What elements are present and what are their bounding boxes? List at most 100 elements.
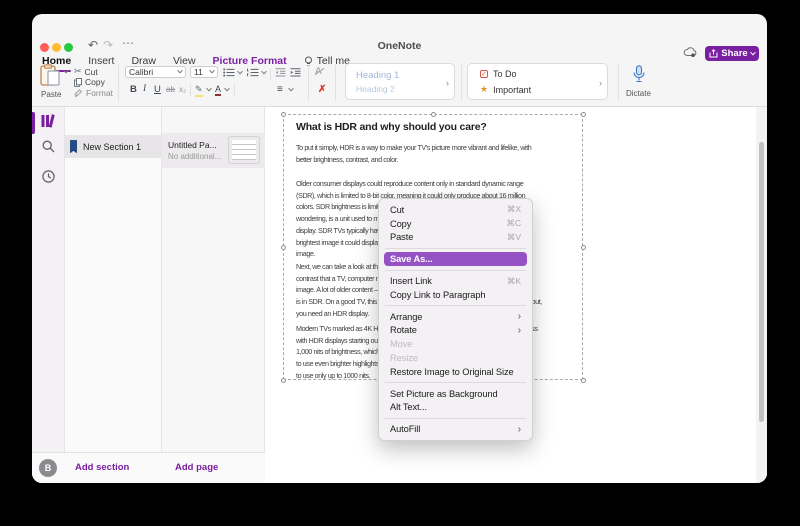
copy-icon — [74, 78, 82, 87]
window-title: OneNote — [32, 40, 767, 52]
menu-item-rotate[interactable]: Rotate › — [379, 324, 532, 338]
tags-more-arrow-icon[interactable]: › — [599, 78, 602, 88]
section-item[interactable]: New Section 1 — [65, 135, 162, 158]
account-avatar[interactable]: B — [39, 459, 57, 477]
resize-handle-top-left[interactable] — [281, 112, 286, 117]
menu-item-arrange[interactable]: Arrange › — [379, 310, 532, 324]
navigation-strip — [32, 107, 65, 483]
menu-item-restore-image[interactable]: Restore Image to Original Size — [379, 365, 532, 379]
section-icon — [70, 140, 77, 153]
cut-button[interactable]: ✂ Cut — [74, 66, 98, 77]
styles-more-arrow-icon[interactable]: › — [446, 78, 449, 88]
dictate-button[interactable] — [632, 65, 646, 83]
highlighter-icon[interactable]: ✎ — [195, 84, 203, 97]
onenote-window: ↶ ↷ ⋯ OneNote Home Insert Draw View Pict… — [32, 14, 767, 483]
tag-todo[interactable]: ✓ To Do — [480, 69, 517, 79]
ribbon: Paste ✂ Cut Copy Format Calibri 11 — [32, 62, 767, 107]
add-page-button[interactable]: Add page — [175, 462, 218, 473]
menu-item-move: Move — [379, 337, 532, 351]
highlighter-chevron-icon[interactable] — [206, 86, 212, 92]
share-dropdown-chevron-icon — [750, 49, 756, 55]
menu-item-paste[interactable]: Paste ⌘V — [379, 231, 532, 245]
resize-handle-bottom-right[interactable] — [581, 378, 586, 383]
context-menu: Cut ⌘X Copy ⌘C Paste ⌘V Save As... Inser… — [378, 198, 533, 441]
resize-handle-top-right[interactable] — [581, 112, 586, 117]
page-item[interactable]: Untitled Pa... No additional... — [162, 133, 265, 168]
resize-handle-middle-right[interactable] — [581, 245, 586, 250]
menu-item-copy-link-to-paragraph[interactable]: Copy Link to Paragraph — [379, 288, 532, 302]
menu-item-cut[interactable]: Cut ⌘X — [379, 203, 532, 217]
paragraph-1: To put it simply, HDR is a way to make y… — [296, 142, 574, 165]
scrollbar-gutter — [756, 107, 767, 483]
style-heading1[interactable]: Heading 1 — [356, 70, 399, 81]
menu-item-set-picture-as-background[interactable]: Set Picture as Background — [379, 387, 532, 401]
bullet-list-button[interactable] — [223, 68, 235, 77]
tags-gallery[interactable]: ✓ To Do ★ Important › — [467, 63, 608, 100]
todo-checkbox-icon: ✓ — [480, 70, 488, 78]
recent-notes-icon[interactable] — [42, 170, 55, 183]
font-name-select[interactable]: Calibri — [125, 66, 186, 78]
menu-separator — [385, 382, 526, 383]
menu-item-insert-link[interactable]: Insert Link ⌘K — [379, 274, 532, 288]
scissors-icon: ✂ — [74, 66, 82, 77]
alignment-chevron-icon[interactable] — [288, 86, 294, 92]
note-heading: What is HDR and why should you care? — [296, 121, 487, 133]
page-item-subtitle: No additional... — [168, 152, 221, 161]
sidebar-bottom-bar: B Add section Add page — [32, 452, 265, 483]
menu-item-copy[interactable]: Copy ⌘C — [379, 217, 532, 231]
resize-handle-bottom-left[interactable] — [281, 378, 286, 383]
tag-important[interactable]: ★ Important — [480, 84, 531, 95]
share-icon — [709, 49, 718, 58]
add-section-button[interactable]: Add section — [75, 462, 129, 473]
font-color-button[interactable]: A — [215, 84, 221, 96]
bullet-list-chevron-icon[interactable] — [237, 69, 243, 75]
subscript-button[interactable]: x₂ — [179, 85, 186, 94]
paste-dropdown-chevron-icon[interactable] — [63, 68, 69, 74]
increase-indent-button[interactable] — [290, 68, 301, 77]
bold-button[interactable]: B — [130, 84, 137, 95]
active-nav-indicator — [32, 112, 35, 134]
vertical-scrollbar[interactable] — [759, 142, 764, 422]
decrease-indent-button[interactable] — [275, 68, 286, 77]
submenu-arrow-icon: › — [518, 325, 521, 336]
delete-formatting-icon[interactable]: ✗ — [318, 84, 326, 95]
paste-button[interactable] — [40, 64, 62, 88]
pages-list: Untitled Pa... No additional... — [162, 107, 265, 483]
font-size-select[interactable]: 11 — [190, 66, 218, 78]
italic-button[interactable]: I — [143, 84, 146, 94]
search-icon[interactable] — [42, 140, 55, 153]
page-thumbnail — [228, 136, 260, 164]
page-item-title: Untitled Pa... — [168, 140, 217, 150]
format-painter-icon — [74, 89, 83, 98]
share-button[interactable]: Share — [705, 46, 759, 61]
styles-gallery[interactable]: Heading 1 Heading 2 › — [345, 63, 455, 100]
resize-handle-middle-left[interactable] — [281, 245, 286, 250]
menu-item-save-as[interactable]: Save As... — [384, 252, 527, 266]
important-star-icon: ★ — [480, 84, 488, 95]
sync-status-icon[interactable] — [683, 47, 697, 58]
menu-item-autofill[interactable]: AutoFill › — [379, 422, 532, 436]
sections-list: New Section 1 — [65, 107, 162, 483]
dictate-label: Dictate — [626, 89, 651, 98]
font-color-chevron-icon[interactable] — [224, 86, 230, 92]
font-name-chevron-icon — [177, 68, 183, 74]
menu-item-alt-text[interactable]: Alt Text... — [379, 401, 532, 415]
numbered-list-button[interactable] — [247, 68, 259, 77]
submenu-arrow-icon: › — [518, 311, 521, 322]
strikethrough-button[interactable]: ab — [166, 85, 175, 94]
numbered-list-chevron-icon[interactable] — [261, 69, 267, 75]
menu-separator — [385, 305, 526, 306]
menu-item-resize: Resize — [379, 351, 532, 365]
underline-button[interactable]: U — [154, 84, 161, 95]
menu-separator — [385, 270, 526, 271]
format-painter-button[interactable]: Format — [74, 88, 113, 98]
menu-separator — [385, 418, 526, 419]
alignment-button[interactable]: ≡ — [277, 84, 283, 95]
paste-label: Paste — [41, 90, 61, 99]
notebooks-icon[interactable] — [41, 114, 56, 128]
resize-handle-top-center[interactable] — [431, 112, 436, 117]
copy-button[interactable]: Copy — [74, 77, 105, 87]
screenshot-stage: ↶ ↷ ⋯ OneNote Home Insert Draw View Pict… — [0, 0, 800, 526]
submenu-arrow-icon: › — [518, 424, 521, 435]
style-heading2[interactable]: Heading 2 — [356, 84, 395, 94]
